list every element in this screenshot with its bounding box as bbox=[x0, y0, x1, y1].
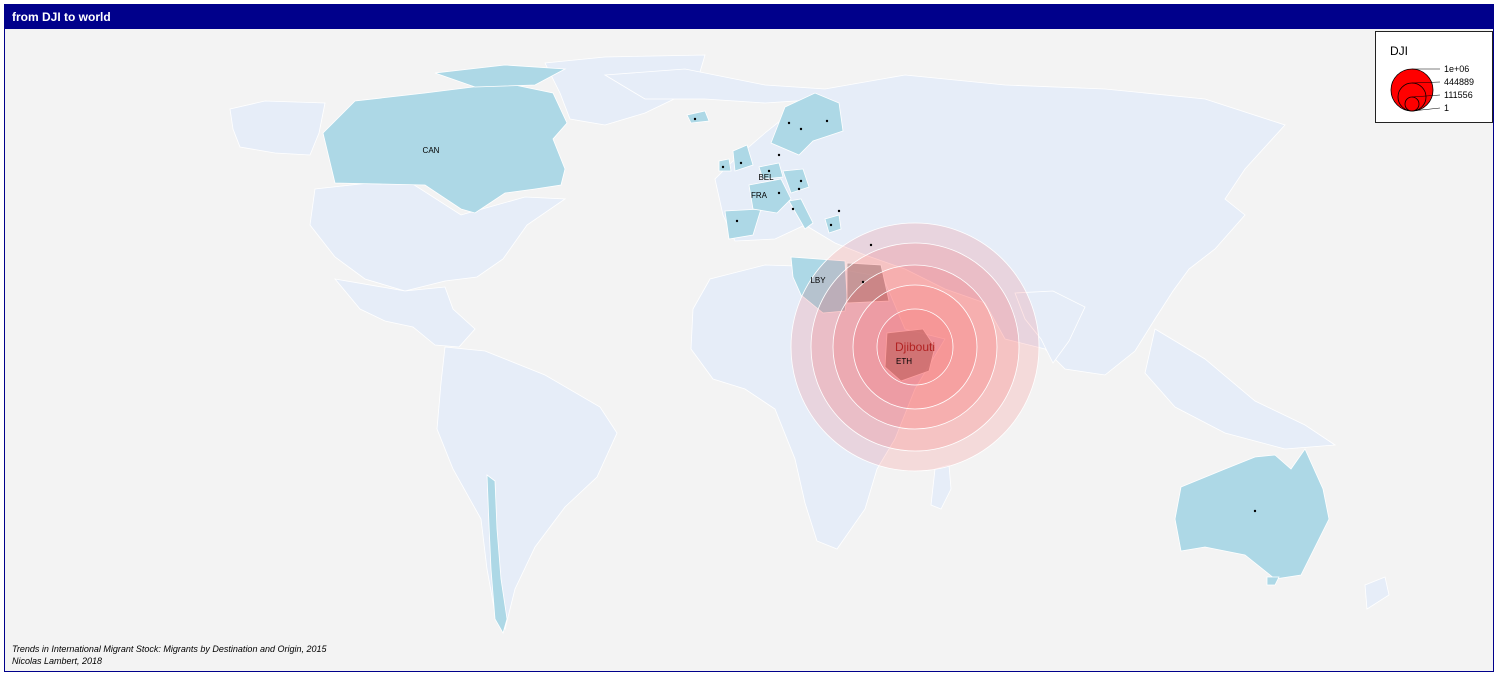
legend-circle-3 bbox=[1404, 96, 1420, 112]
dot bbox=[837, 209, 841, 213]
land-usa bbox=[309, 178, 567, 292]
dot bbox=[797, 187, 801, 191]
legend: DJI 1e+06 444889 111556 1 bbox=[1375, 31, 1493, 123]
dot bbox=[825, 119, 829, 123]
map-title: from DJI to world bbox=[5, 5, 1493, 29]
legend-value-1: 1e+06 bbox=[1444, 64, 1469, 74]
credits: Trends in International Migrant Stock: M… bbox=[12, 643, 327, 667]
label-bel: BEL bbox=[758, 173, 774, 182]
world-map: CAN BEL FRA LBY ETH Djibouti bbox=[229, 54, 1390, 635]
country-australia[interactable] bbox=[1174, 448, 1330, 580]
dot bbox=[869, 243, 873, 247]
dot bbox=[693, 117, 697, 121]
land-south-america bbox=[436, 346, 618, 631]
land-new-zealand bbox=[1364, 576, 1390, 610]
dot bbox=[799, 179, 803, 183]
dot bbox=[787, 121, 791, 125]
label-can: CAN bbox=[423, 146, 440, 155]
label-lby: LBY bbox=[810, 276, 826, 285]
label-djibouti: Djibouti bbox=[895, 340, 935, 354]
dot bbox=[1253, 509, 1257, 513]
dot bbox=[735, 219, 739, 223]
legend-value-2: 444889 bbox=[1444, 77, 1474, 87]
legend-symbols: 1e+06 444889 111556 1 bbox=[1390, 64, 1474, 113]
dot bbox=[777, 153, 781, 157]
dot bbox=[739, 161, 743, 165]
credits-author: Nicolas Lambert, 2018 bbox=[12, 656, 103, 666]
country-iceland[interactable] bbox=[686, 110, 710, 124]
land-alaska bbox=[229, 100, 326, 156]
land-southeast-asia bbox=[1144, 328, 1337, 450]
label-fra: FRA bbox=[751, 191, 768, 200]
land-madagascar bbox=[930, 464, 952, 510]
dot bbox=[861, 280, 865, 284]
legend-value-4: 1 bbox=[1444, 103, 1449, 113]
dot bbox=[721, 165, 725, 169]
dot bbox=[799, 127, 803, 131]
dot bbox=[777, 191, 781, 195]
dot bbox=[767, 169, 771, 173]
label-eth: ETH bbox=[896, 357, 912, 366]
country-canada-arctic bbox=[434, 64, 567, 88]
country-tasmania bbox=[1266, 576, 1280, 586]
map-frame: from DJI to world CAN BEL FRA LBY ETH Dj… bbox=[4, 4, 1494, 672]
dot bbox=[829, 223, 833, 227]
country-ireland[interactable] bbox=[718, 158, 732, 172]
dot bbox=[791, 207, 795, 211]
legend-value-3: 111556 bbox=[1444, 90, 1473, 100]
credits-source: Trends in International Migrant Stock: M… bbox=[12, 644, 327, 654]
